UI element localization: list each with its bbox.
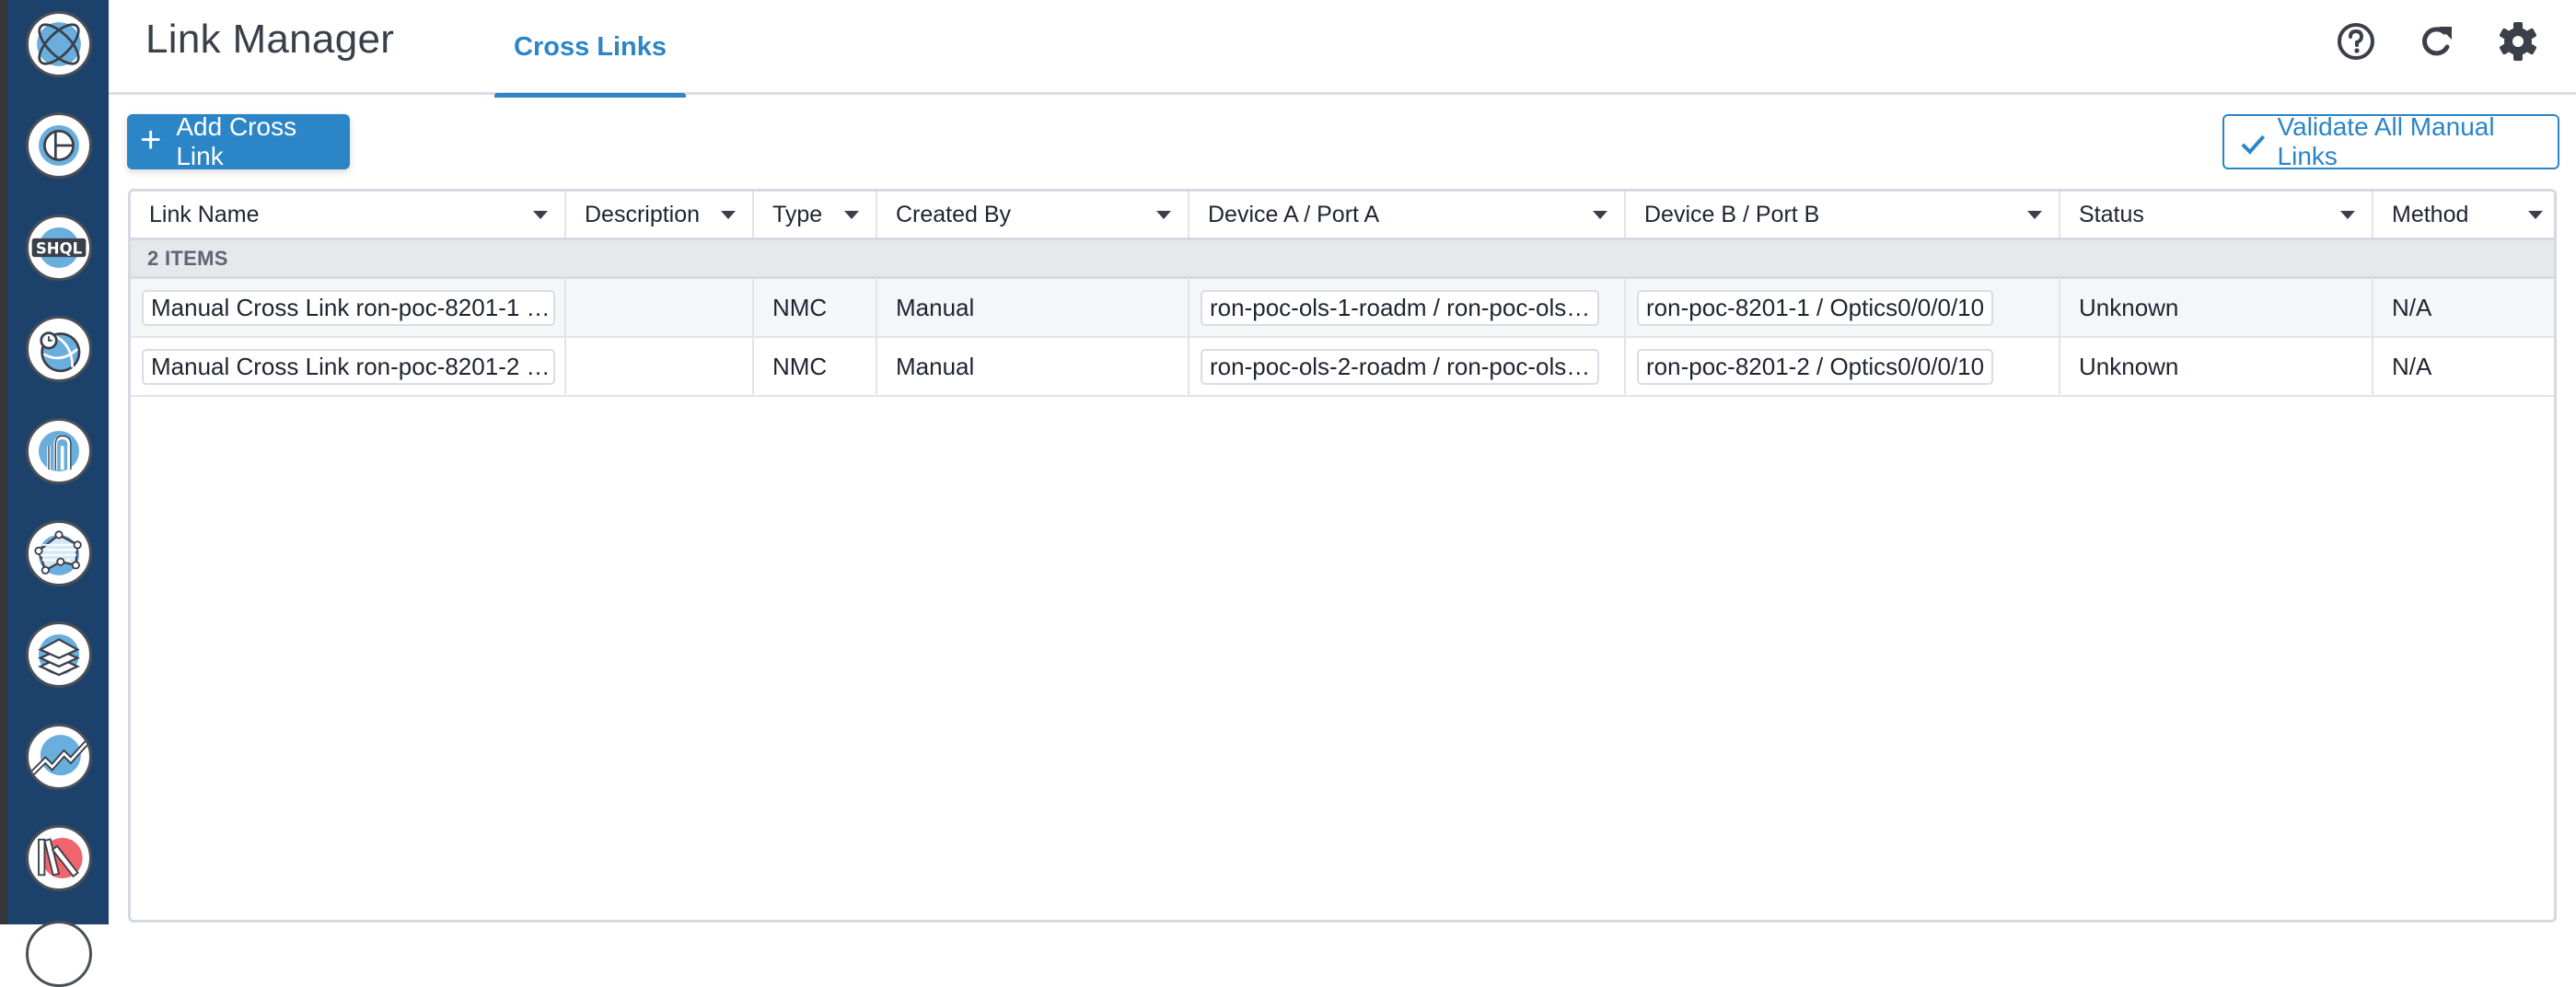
cell-method: N/A (2392, 352, 2432, 380)
column-header-description[interactable]: Description (566, 192, 754, 238)
cell-description (566, 338, 754, 395)
more-nav-icon[interactable] (26, 921, 92, 987)
history-globe-icon[interactable] (26, 316, 92, 382)
column-label: Device B / Port B (1644, 201, 1820, 227)
cell-link-name: Manual Cross Link ron-poc-8201-1 … (131, 279, 566, 336)
add-cross-link-button[interactable]: + Add Cross Link (127, 112, 350, 170)
sort-caret-icon[interactable] (2340, 210, 2355, 219)
column-header-type[interactable]: Type (754, 192, 877, 238)
tab-cross-links-label: Cross Links (514, 32, 667, 62)
sort-caret-icon[interactable] (1593, 210, 1607, 219)
group-row-item-count: 2 ITEMS (131, 240, 2554, 279)
cell-device-b: ron-poc-8201-2 / Optics0/0/0/10 (1626, 338, 2060, 395)
cell-device-a: ron-poc-ols-2-roadm / ron-poc-ols… (1189, 338, 1626, 395)
device-b-field[interactable]: ron-poc-8201-1 / Optics0/0/0/10 (1637, 289, 1994, 326)
help-icon[interactable] (2335, 20, 2377, 63)
column-label: Created By (896, 201, 1012, 227)
cell-created-by: Manual (877, 279, 1189, 336)
sidebar: SHQL (7, 0, 109, 987)
home-logo-icon[interactable] (26, 11, 92, 77)
device-a-field[interactable]: ron-poc-ols-1-roadm / ron-poc-ols… (1201, 289, 1600, 326)
device-a-field[interactable]: ron-poc-ols-2-roadm / ron-poc-ols… (1201, 348, 1600, 385)
analytics-trend-icon[interactable] (26, 724, 92, 790)
validate-all-label: Validate All Manual Links (2277, 112, 2495, 170)
column-header-device-a[interactable]: Device A / Port A (1189, 192, 1626, 238)
column-label: Link Name (149, 201, 260, 227)
topology-icon[interactable] (26, 520, 92, 586)
table-row[interactable]: Manual Cross Link ron-poc-8201-2 … NMC M… (131, 338, 2554, 397)
window-edge (0, 0, 7, 924)
shql-icon[interactable]: SHQL (26, 215, 92, 281)
column-label: Status (2079, 201, 2144, 227)
table-header-row: Link Name Description Type Created By De… (131, 192, 2554, 240)
header-actions (2335, 20, 2539, 63)
cell-status: Unknown (2060, 279, 2373, 336)
checkmark-icon (2241, 134, 2266, 155)
column-header-created-by[interactable]: Created By (877, 192, 1189, 238)
cell-type: NMC (754, 279, 877, 336)
column-label: Type (772, 201, 823, 227)
cell-created-by: Manual (877, 338, 1189, 395)
tab-cross-links[interactable]: Cross Links (494, 0, 686, 98)
cell-device-b: ron-poc-8201-1 / Optics0/0/0/10 (1626, 279, 2060, 336)
device-b-field[interactable]: ron-poc-8201-2 / Optics0/0/0/10 (1637, 348, 1994, 385)
link-name-field[interactable]: Manual Cross Link ron-poc-8201-1 … (142, 289, 555, 326)
sort-caret-icon[interactable] (533, 210, 548, 219)
column-label: Device A / Port A (1208, 201, 1380, 227)
plus-icon: + (140, 120, 162, 160)
app-title: Link Manager (145, 17, 395, 62)
sort-caret-icon[interactable] (721, 210, 736, 219)
column-header-method[interactable]: Method (2373, 192, 2554, 238)
paths-icon[interactable] (26, 418, 92, 484)
column-header-device-b[interactable]: Device B / Port B (1626, 192, 2060, 238)
sort-caret-icon[interactable] (844, 210, 859, 219)
cell-link-name: Manual Cross Link ron-poc-8201-2 … (131, 338, 566, 395)
column-label: Method (2392, 201, 2469, 227)
cell-device-a: ron-poc-ols-1-roadm / ron-poc-ols… (1189, 279, 1626, 336)
app-header: Link Manager Cross Links (109, 0, 2576, 98)
cell-type: NMC (754, 338, 877, 395)
cell-method: N/A (2392, 293, 2432, 321)
active-tab-indicator (494, 93, 686, 98)
settings-icon[interactable] (2497, 20, 2539, 63)
layers-icon[interactable] (26, 621, 92, 688)
sort-caret-icon[interactable] (2027, 210, 2042, 219)
cell-description (566, 279, 754, 336)
validate-all-manual-links-button[interactable]: Validate All Manual Links (2222, 112, 2559, 170)
column-label: Description (585, 201, 701, 227)
add-cross-link-label: Add Cross Link (176, 112, 297, 170)
shql-icon-label: SHQL (36, 239, 83, 257)
cross-links-table: Link Name Description Type Created By De… (128, 189, 2557, 923)
sort-caret-icon[interactable] (1156, 210, 1171, 219)
refresh-icon[interactable] (2416, 20, 2458, 63)
column-header-status[interactable]: Status (2060, 192, 2373, 238)
cell-status: Unknown (2060, 338, 2373, 395)
library-books-icon[interactable] (26, 825, 92, 891)
column-header-link-name[interactable]: Link Name (131, 192, 566, 238)
dashboard-icon[interactable] (26, 112, 92, 179)
link-name-field[interactable]: Manual Cross Link ron-poc-8201-2 … (142, 348, 555, 385)
sort-caret-icon[interactable] (2528, 210, 2543, 219)
main-content: Link Manager Cross Links + Add Cross Lin… (109, 0, 2576, 924)
table-row[interactable]: Manual Cross Link ron-poc-8201-1 … NMC M… (131, 279, 2554, 338)
